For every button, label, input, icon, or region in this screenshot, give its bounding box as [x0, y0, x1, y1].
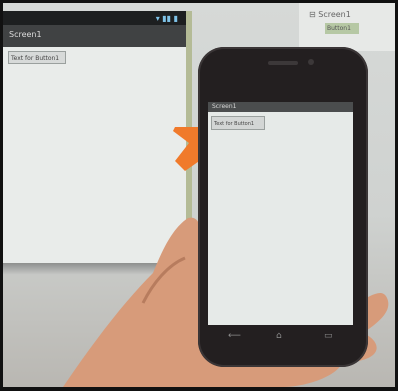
home-icon[interactable]: ⌂ [276, 331, 282, 341]
phone-screen-title: Screen1 [212, 103, 237, 110]
back-icon[interactable]: ⟵ [228, 331, 241, 341]
recents-icon[interactable]: ▭ [324, 331, 333, 341]
camera-icon [308, 59, 314, 65]
phone-button1[interactable]: Text for Button1 [211, 116, 265, 130]
phone-earpiece [268, 61, 298, 65]
phone-screen: Screen1 Text for Button1 [208, 102, 353, 325]
photo-frame: ▾ ▮▮ ▮ Screen1 Text for Button1 ⊟ Screen… [3, 3, 395, 387]
phone-title-bar: Screen1 [208, 102, 353, 112]
phone-nav-bar: ⟵ ⌂ ▭ [220, 331, 346, 343]
smartphone: Screen1 Text for Button1 ⟵ ⌂ ▭ [198, 47, 368, 367]
